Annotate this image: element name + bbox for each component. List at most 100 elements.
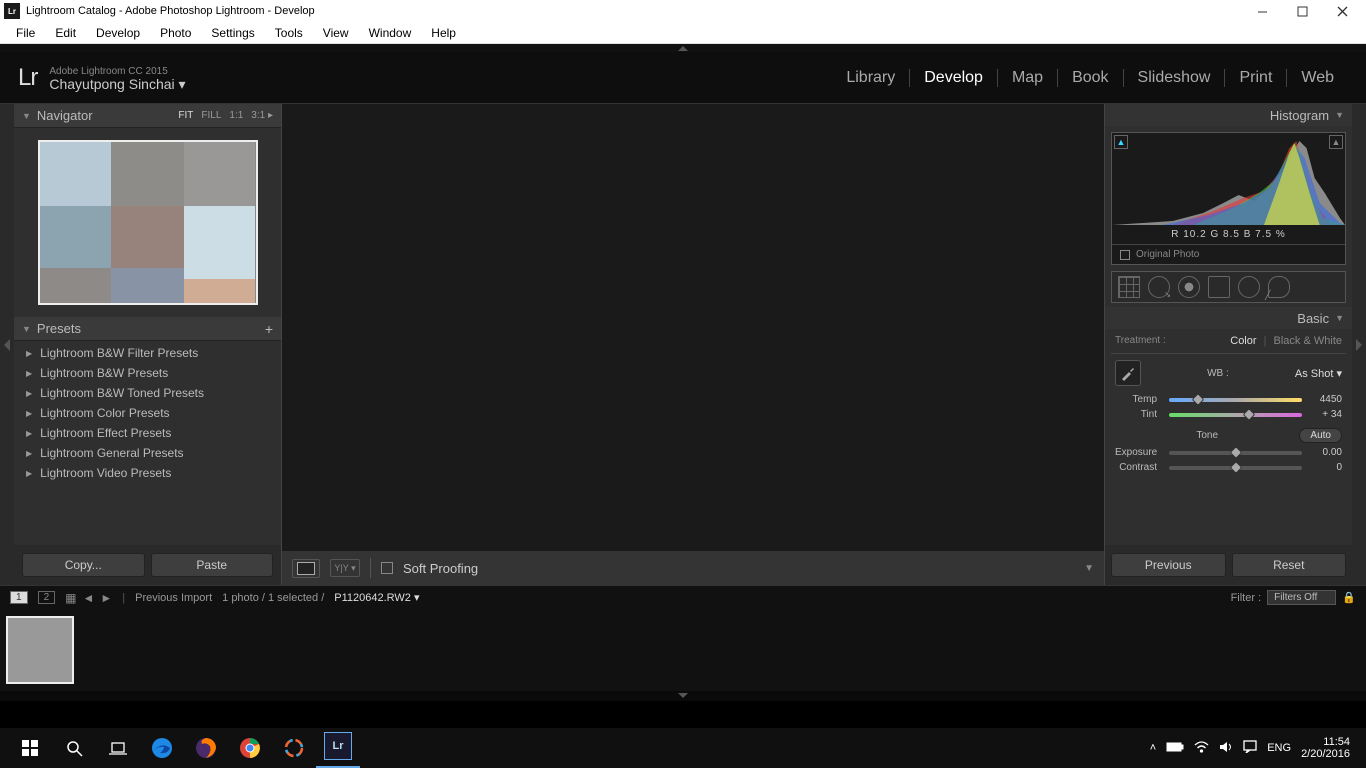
loupe-view-button[interactable]: [292, 559, 320, 578]
menu-view[interactable]: View: [313, 24, 359, 42]
filmstrip-source[interactable]: Previous Import: [135, 592, 212, 604]
treatment-color[interactable]: Color: [1230, 335, 1256, 347]
top-panel-toggle[interactable]: [0, 44, 1366, 52]
zoom-custom[interactable]: 3:1 ▸: [251, 110, 273, 121]
menu-file[interactable]: File: [6, 24, 45, 42]
exposure-value[interactable]: 0.00: [1308, 447, 1342, 458]
contrast-value[interactable]: 0: [1308, 462, 1342, 473]
preset-folder[interactable]: ▶Lightroom B&W Presets: [14, 363, 281, 383]
clock[interactable]: 11:54 2/20/2016: [1301, 736, 1350, 760]
slider-thumb[interactable]: [1192, 393, 1205, 406]
slider-thumb[interactable]: [1229, 461, 1242, 474]
soft-proofing-checkbox[interactable]: [381, 562, 393, 574]
filter-lock-icon[interactable]: 🔒: [1342, 591, 1356, 604]
copy-button[interactable]: Copy...: [22, 553, 145, 577]
filmstrip-filename[interactable]: P1120642.RW2 ▾: [334, 591, 419, 604]
temp-value[interactable]: 4450: [1308, 394, 1342, 405]
wb-preset-dropdown[interactable]: As Shot ▾: [1295, 367, 1342, 380]
menu-tools[interactable]: Tools: [265, 24, 313, 42]
minimize-button[interactable]: [1242, 1, 1282, 21]
treatment-bw[interactable]: Black & White: [1274, 335, 1342, 347]
firefox-icon[interactable]: [184, 728, 228, 768]
temp-slider[interactable]: [1169, 398, 1302, 402]
start-button[interactable]: [8, 728, 52, 768]
zoom-1to1[interactable]: 1:1: [229, 110, 243, 121]
paste-button[interactable]: Paste: [151, 553, 274, 577]
filter-dropdown[interactable]: Filters Off: [1267, 590, 1336, 605]
adjustment-brush-tool[interactable]: ╱: [1268, 276, 1290, 298]
module-map[interactable]: Map: [997, 69, 1057, 87]
presets-header[interactable]: ▼ Presets +: [14, 317, 281, 341]
module-web[interactable]: Web: [1286, 69, 1348, 87]
original-photo-toggle[interactable]: Original Photo: [1112, 244, 1345, 264]
zoom-fill[interactable]: FILL: [201, 110, 221, 121]
wb-eyedropper-tool[interactable]: [1115, 360, 1141, 386]
volume-icon[interactable]: [1219, 741, 1233, 756]
right-panel-toggle[interactable]: [1352, 104, 1366, 585]
zoom-fit[interactable]: FIT: [178, 110, 193, 121]
image-canvas[interactable]: [282, 104, 1104, 551]
module-slideshow[interactable]: Slideshow: [1123, 69, 1225, 87]
exposure-slider[interactable]: [1169, 451, 1302, 455]
chrome-icon[interactable]: [228, 728, 272, 768]
preset-folder[interactable]: ▶Lightroom B&W Toned Presets: [14, 383, 281, 403]
module-library[interactable]: Library: [832, 69, 909, 87]
filmstrip[interactable]: [0, 609, 1366, 691]
auto-tone-button[interactable]: Auto: [1299, 428, 1342, 443]
histogram-header[interactable]: Histogram ▼: [1105, 104, 1352, 126]
preset-folder[interactable]: ▶Lightroom Color Presets: [14, 403, 281, 423]
navigator-header[interactable]: ▼ Navigator FIT FILL 1:1 3:1 ▸: [14, 104, 281, 128]
toolbar-menu[interactable]: ▼: [1084, 563, 1094, 574]
slider-thumb[interactable]: [1229, 446, 1242, 459]
navigator-preview[interactable]: [14, 128, 281, 317]
menu-help[interactable]: Help: [421, 24, 466, 42]
slider-thumb[interactable]: [1242, 408, 1255, 421]
main-window-button[interactable]: 1: [10, 591, 28, 604]
tint-slider[interactable]: [1169, 413, 1302, 417]
before-after-button[interactable]: Y|Y ▾: [330, 559, 360, 577]
crop-tool[interactable]: [1118, 276, 1140, 298]
preset-folder[interactable]: ▶Lightroom General Presets: [14, 443, 281, 463]
radial-filter-tool[interactable]: [1238, 276, 1260, 298]
preset-folder[interactable]: ▶Lightroom B&W Filter Presets: [14, 343, 281, 363]
contrast-slider[interactable]: [1169, 466, 1302, 470]
basic-header[interactable]: Basic ▼: [1105, 307, 1352, 329]
filmstrip-thumbnail[interactable]: [6, 616, 74, 684]
maximize-button[interactable]: [1282, 1, 1322, 21]
menu-settings[interactable]: Settings: [201, 24, 264, 42]
histogram-graph[interactable]: ▲ ▲: [1112, 133, 1345, 225]
second-window-button[interactable]: 2: [38, 591, 56, 604]
tint-value[interactable]: + 34: [1308, 409, 1342, 420]
action-center-icon[interactable]: [1243, 740, 1257, 756]
menu-develop[interactable]: Develop: [86, 24, 150, 42]
menu-photo[interactable]: Photo: [150, 24, 201, 42]
add-preset-button[interactable]: +: [265, 321, 273, 337]
grid-view-icon[interactable]: ▦: [65, 591, 76, 605]
lightroom-taskbar-icon[interactable]: Lr: [316, 728, 360, 768]
module-print[interactable]: Print: [1224, 69, 1286, 87]
module-develop[interactable]: Develop: [909, 69, 997, 87]
identity-plate[interactable]: Adobe Lightroom CC 2015 Chayutpong Sinch…: [49, 65, 185, 91]
module-book[interactable]: Book: [1057, 69, 1122, 87]
battery-icon[interactable]: [1166, 742, 1184, 755]
navigator-thumbnail[interactable]: [38, 140, 258, 305]
redeye-tool[interactable]: [1178, 276, 1200, 298]
edge-browser-icon[interactable]: [140, 728, 184, 768]
preset-folder[interactable]: ▶Lightroom Video Presets: [14, 463, 281, 483]
menu-window[interactable]: Window: [359, 24, 422, 42]
nav-forward-icon[interactable]: ►: [100, 591, 112, 605]
nav-back-icon[interactable]: ◄: [82, 591, 94, 605]
close-button[interactable]: [1322, 1, 1362, 21]
spot-removal-tool[interactable]: ↘: [1148, 276, 1170, 298]
task-view-icon[interactable]: [96, 728, 140, 768]
bottom-panel-toggle[interactable]: [0, 691, 1366, 701]
app-icon-generic[interactable]: [272, 728, 316, 768]
graduated-filter-tool[interactable]: [1208, 276, 1230, 298]
left-panel-toggle[interactable]: [0, 104, 14, 585]
preset-folder[interactable]: ▶Lightroom Effect Presets: [14, 423, 281, 443]
previous-button[interactable]: Previous: [1111, 553, 1226, 577]
language-indicator[interactable]: ENG: [1267, 742, 1291, 754]
search-icon[interactable]: [52, 728, 96, 768]
reset-button[interactable]: Reset: [1232, 553, 1347, 577]
wifi-icon[interactable]: [1194, 741, 1209, 756]
